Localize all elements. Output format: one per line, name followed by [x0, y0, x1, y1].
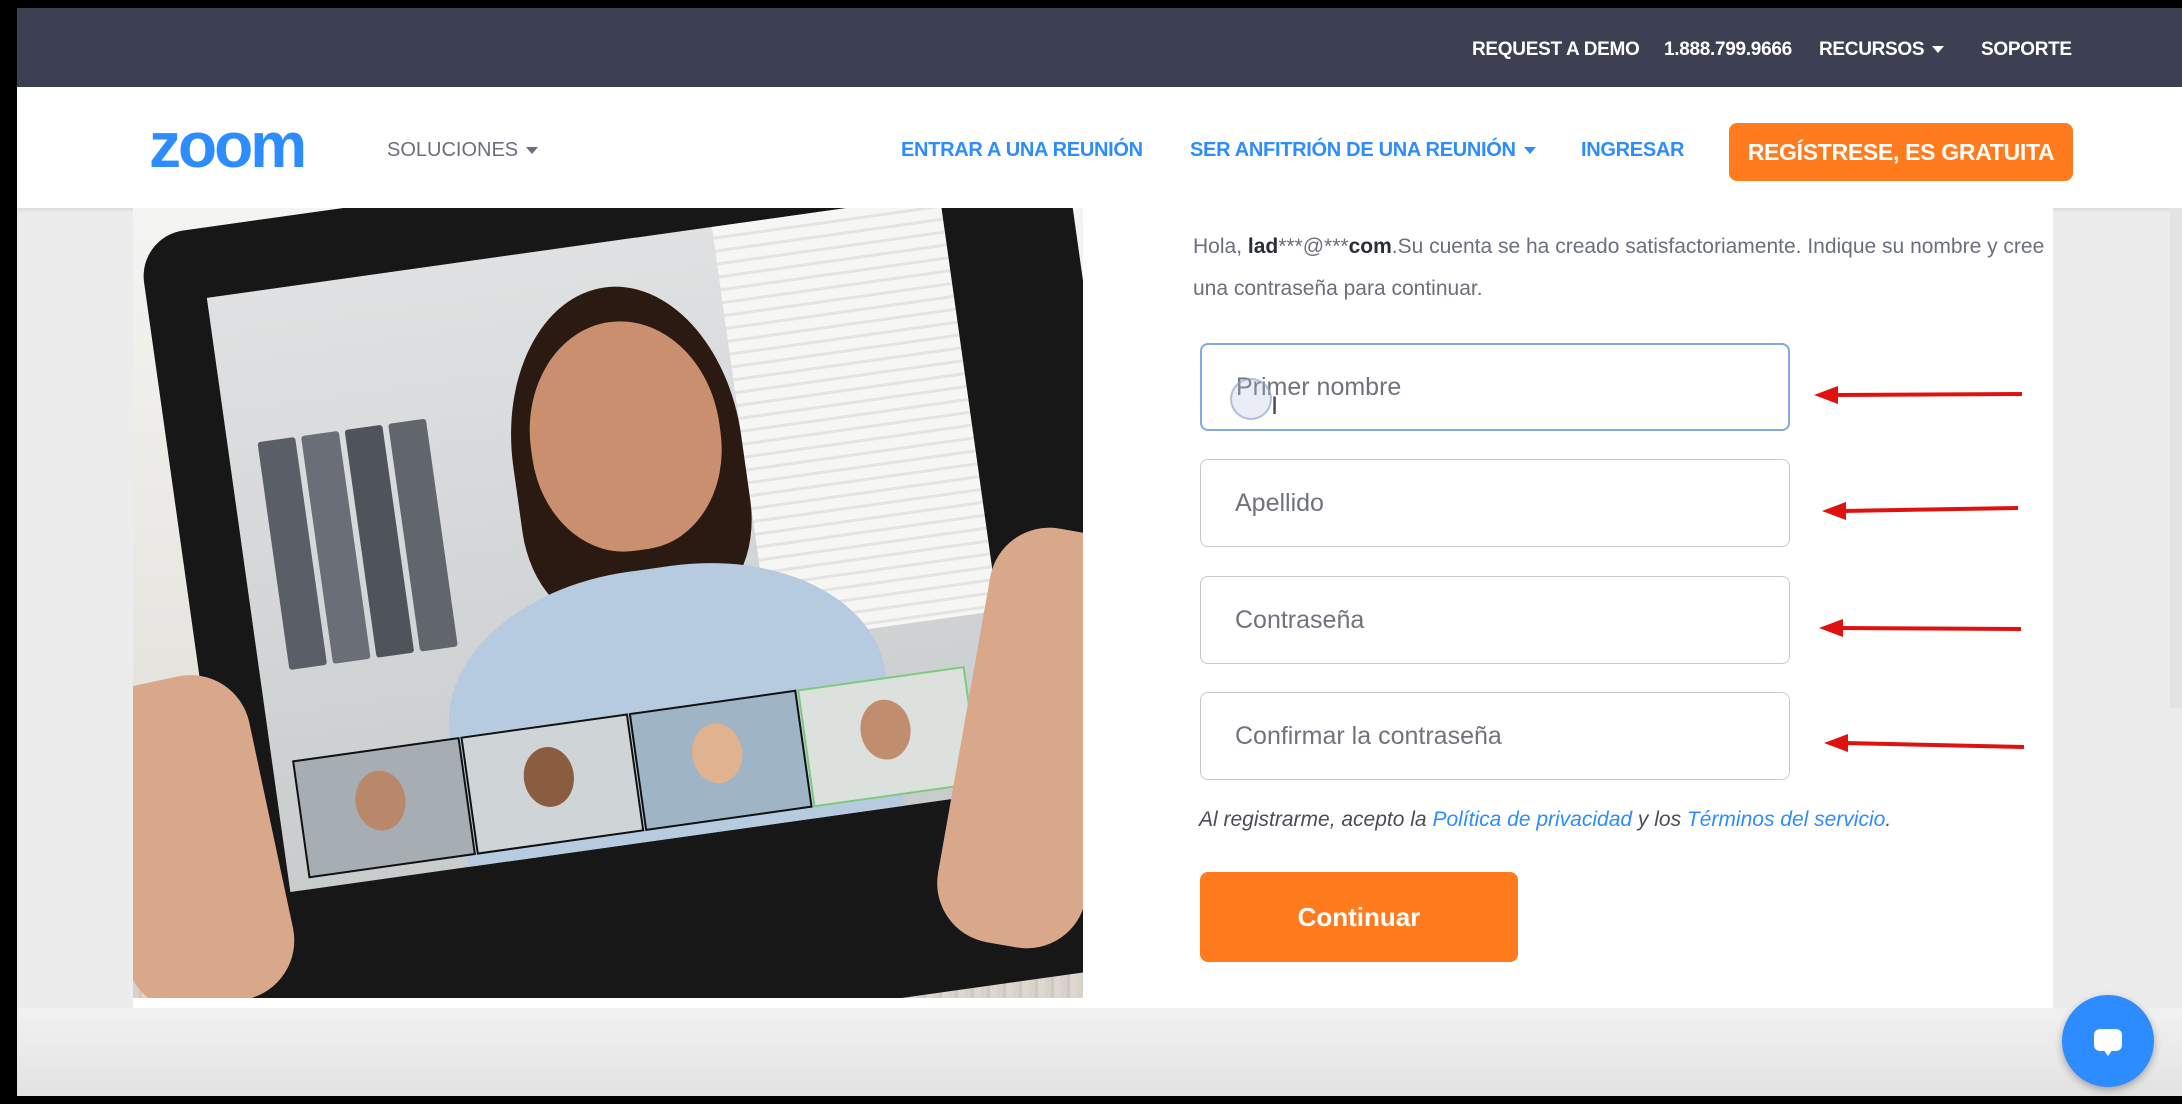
last-name-input[interactable]	[1201, 460, 1789, 546]
text-cursor-icon: Ι	[1271, 392, 1279, 420]
participant-face	[856, 696, 915, 763]
sign-in-link[interactable]: INGRESAR	[1581, 87, 1684, 208]
intro-email-part: lad	[1247, 235, 1279, 258]
participant-face	[519, 743, 578, 811]
participant-face	[351, 767, 410, 834]
red-arrow-annotation-icon	[1822, 502, 2019, 520]
account-created-message: Hola, lad***@***com.Su cuenta se ha crea…	[1193, 226, 2073, 310]
sign-up-free-button[interactable]: REGÍSTRESE, ES GRATUITA	[1729, 123, 2073, 181]
privacy-policy-link[interactable]: Política de privacidad	[1432, 808, 1632, 831]
confirm-password-input[interactable]	[1201, 693, 1789, 779]
binder-shelf	[257, 414, 487, 670]
red-arrow-annotation-icon	[1819, 619, 2022, 637]
top-utility-bar: REQUEST A DEMO 1.888.799.9666 RECURSOS S…	[17, 8, 2182, 87]
main-navigation: zoom SOLUCIONES ENTRAR A UNA REUNIÓN SER…	[17, 87, 2182, 208]
request-demo-link[interactable]: REQUEST A DEMO	[1472, 8, 1640, 87]
terms-suffix: .	[1885, 808, 1892, 831]
chat-bubble-icon	[2094, 1029, 2122, 1056]
intro-greeting: Hola,	[1193, 235, 1248, 258]
resources-label: RECURSOS	[1819, 39, 1925, 60]
resources-menu[interactable]: RECURSOS	[1819, 8, 1945, 87]
password-input[interactable]	[1201, 577, 1789, 663]
chevron-down-icon	[1523, 147, 1536, 155]
red-arrow-annotation-icon	[1824, 734, 2025, 752]
browser-viewport: REQUEST A DEMO 1.888.799.9666 RECURSOS S…	[17, 8, 2182, 1096]
first-name-field[interactable]	[1200, 343, 1790, 431]
terms-of-service-link[interactable]: Términos del servicio	[1687, 808, 1885, 831]
participant-thumbnail	[292, 736, 476, 879]
confirm-password-field[interactable]	[1200, 692, 1790, 780]
page-footer-band	[17, 1008, 2182, 1096]
host-meeting-label: SER ANFITRIÓN DE UNA REUNIÓN	[1190, 139, 1516, 161]
zoom-logo[interactable]: zoom	[149, 113, 307, 177]
click-highlight-indicator	[1230, 378, 1272, 420]
red-arrow-annotation-icon	[1814, 386, 2023, 404]
support-link[interactable]: SOPORTE	[1981, 8, 2072, 87]
join-meeting-link[interactable]: ENTRAR A UNA REUNIÓN	[901, 87, 1143, 208]
solutions-menu[interactable]: SOLUCIONES	[387, 87, 539, 208]
chevron-down-icon	[526, 147, 539, 155]
first-name-input[interactable]	[1202, 345, 1788, 429]
terms-prefix: Al registrarme, acepto la	[1199, 808, 1433, 831]
host-meeting-menu[interactable]: SER ANFITRIÓN DE UNA REUNIÓN	[1190, 87, 1536, 208]
hero-image-tablet-video-call	[133, 208, 1083, 998]
chevron-down-icon	[1932, 46, 1945, 54]
participant-face	[688, 720, 747, 787]
participant-thumbnail	[628, 689, 813, 832]
terms-middle: y los	[1632, 808, 1687, 831]
last-name-field[interactable]	[1200, 459, 1790, 547]
solutions-label: SOLUCIONES	[387, 139, 519, 161]
page-scrollbar[interactable]	[2170, 208, 2182, 708]
intro-email-domain: com	[1348, 235, 1392, 258]
tablet-screen	[206, 208, 1024, 893]
phone-number-link[interactable]: 1.888.799.9666	[1664, 8, 1792, 87]
terms-agreement-text: Al registrarme, acepto la Política de pr…	[1199, 808, 1891, 832]
password-field[interactable]	[1200, 576, 1790, 664]
participant-thumbnail	[460, 713, 645, 855]
intro-email-mask: ***@***	[1278, 235, 1349, 258]
support-chat-button[interactable]	[2062, 995, 2154, 1087]
continue-button[interactable]: Continuar	[1200, 872, 1518, 962]
